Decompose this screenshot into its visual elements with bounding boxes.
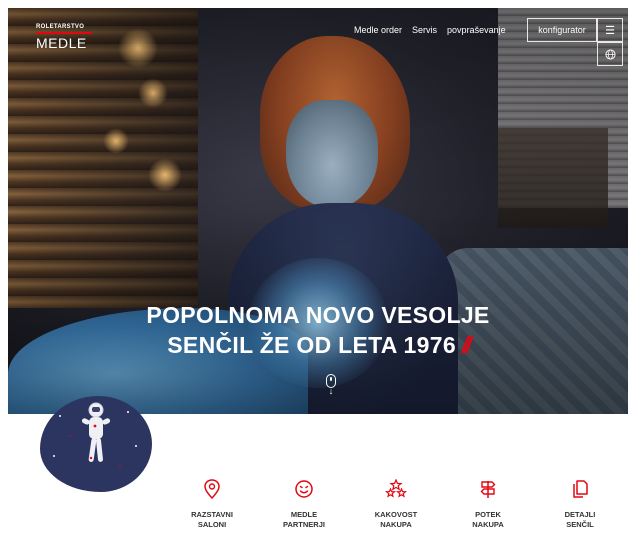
feature-kakovost-nakupa[interactable]: KAKOVOST NAKUPA	[350, 478, 442, 530]
medle-logo[interactable]: ROLETARSTVO MEDLE	[36, 24, 96, 50]
feature-links: RAZSTAVNI SALONI MEDLE PARTNERJI KAKOVOS…	[166, 478, 626, 530]
scroll-down-arrow-icon[interactable]: ↓	[326, 386, 336, 396]
smiley-icon	[295, 480, 313, 498]
location-pin-icon	[204, 479, 220, 499]
signpost-icon	[480, 481, 496, 498]
feature-medle-partnerji[interactable]: MEDLE PARTNERJI	[258, 478, 350, 530]
feature-potek-nakupa[interactable]: POTEK NAKUPA	[442, 478, 534, 530]
headline-line-2: SENČIL ŽE OD LETA 1976	[167, 332, 456, 358]
hero-banner: ROLETARSTVO MEDLE Medle order Servis pov…	[8, 8, 628, 414]
feature-label: RAZSTAVNI SALONI	[191, 510, 233, 529]
red-slashes: //	[461, 332, 472, 358]
astronaut-icon	[53, 402, 137, 467]
feature-razstavni-saloni[interactable]: RAZSTAVNI SALONI	[166, 478, 258, 530]
feature-label: MEDLE PARTNERJI	[283, 510, 325, 529]
hero-headline: POPOLNOMA NOVO VESOLJE SENČIL ŽE OD LETA…	[8, 300, 628, 360]
nav-link-medle-order[interactable]: Medle order	[354, 25, 402, 35]
hamburger-icon: ☰	[605, 24, 615, 37]
logo-wordmark: MEDLE	[36, 35, 87, 51]
nav-link-servis[interactable]: Servis	[412, 25, 437, 35]
feature-label: DETAJLI SENČIL	[564, 510, 596, 529]
logo-red-bar	[36, 32, 92, 34]
menu-button[interactable]: ☰	[597, 18, 623, 42]
language-button[interactable]	[597, 42, 623, 66]
page: ROLETARSTVO MEDLE Medle order Servis pov…	[8, 8, 628, 536]
configurator-button[interactable]: konfigurator	[527, 18, 597, 42]
astronaut-illustration	[40, 396, 152, 492]
headline-line-1: POPOLNOMA NOVO VESOLJE	[146, 302, 490, 328]
stars-icon	[385, 479, 407, 498]
main-nav: Medle order Servis povpraševanje	[354, 25, 506, 35]
logo-tagline: ROLETARSTVO	[36, 24, 85, 30]
nav-link-povprasevanje[interactable]: povpraševanje	[447, 25, 506, 35]
globe-icon	[604, 48, 616, 60]
documents-icon	[573, 480, 588, 498]
feature-label: POTEK NAKUPA	[472, 510, 504, 529]
feature-label: KAKOVOST NAKUPA	[374, 510, 418, 529]
feature-detajli-sencil[interactable]: DETAJLI SENČIL	[534, 478, 626, 530]
